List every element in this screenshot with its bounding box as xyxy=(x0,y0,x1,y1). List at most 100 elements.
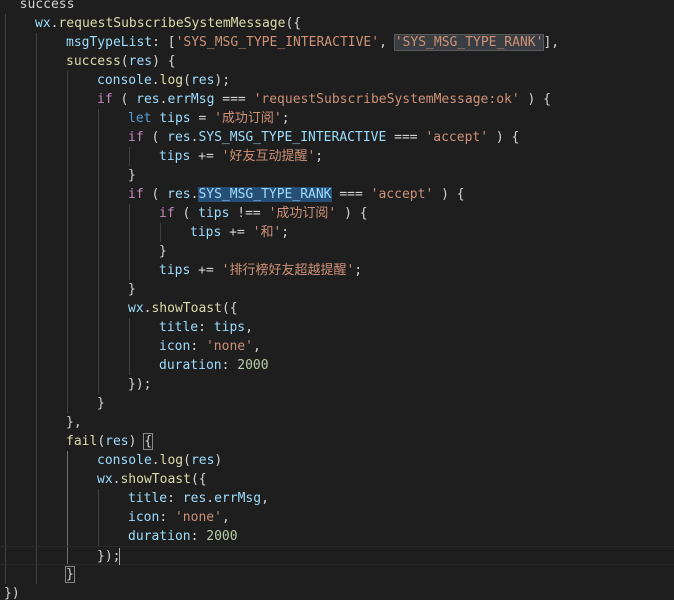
code-token: console xyxy=(97,73,152,88)
code-token: ) xyxy=(214,453,223,468)
code-token: if xyxy=(128,130,144,145)
code-line[interactable]: }); xyxy=(4,375,151,394)
code-line[interactable]: duration: 2000 xyxy=(4,527,238,546)
code-token: success xyxy=(66,54,121,69)
code-line[interactable]: console.log(res); xyxy=(4,71,230,90)
code-line[interactable]: } xyxy=(4,166,136,185)
code-line[interactable]: let tips = '成功订阅'; xyxy=(4,109,290,128)
code-token: SYS_MSG_TYPE_RANK xyxy=(198,187,332,202)
code-token: === xyxy=(331,187,371,202)
code-token: !== xyxy=(229,206,269,221)
code-token: tips xyxy=(198,206,230,221)
code-token: wx xyxy=(35,16,51,31)
code-token: 'accept' xyxy=(370,187,434,202)
code-token: : xyxy=(167,491,183,506)
code-token: '好友互动提醒' xyxy=(221,149,316,164)
code-token: ( xyxy=(143,130,168,145)
code-token: '成功订阅' xyxy=(214,111,282,126)
code-line[interactable]: tips += '好友互动提醒'; xyxy=(4,147,323,166)
code-token: : xyxy=(221,358,238,373)
code-line[interactable]: icon: 'none', xyxy=(4,337,261,356)
code-token: SYS_MSG_TYPE_INTERACTIVE xyxy=(198,130,387,145)
code-token: , xyxy=(245,320,253,335)
code-token: 'SYS_MSG_TYPE_RANK' xyxy=(393,34,545,51)
code-token: ({ xyxy=(221,301,238,316)
code-token: ({ xyxy=(190,472,207,487)
code-token: , xyxy=(261,491,269,506)
code-token: res xyxy=(136,92,160,107)
code-token: tips xyxy=(159,111,191,126)
code-token: icon xyxy=(128,510,160,525)
code-token: , xyxy=(221,510,230,525)
code-token: ( xyxy=(174,206,199,221)
code-line[interactable]: if ( res.errMsg === 'requestSubscribeSys… xyxy=(4,90,551,109)
code-token: wx xyxy=(128,301,144,316)
code-token: tips xyxy=(190,225,222,240)
code-token: === xyxy=(214,92,254,107)
code-token: ) { xyxy=(519,92,551,107)
code-line[interactable]: tips += '排行榜好友超越提醒'; xyxy=(4,261,362,280)
code-token: res xyxy=(167,130,191,145)
code-token: requestSubscribeSystemMessage xyxy=(58,16,286,31)
code-token: if xyxy=(97,92,113,107)
code-line[interactable]: tips += '和'; xyxy=(4,223,289,242)
code-line[interactable]: wx.showToast({ xyxy=(4,470,207,489)
code-token: log xyxy=(159,73,184,88)
code-line[interactable]: duration: 2000 xyxy=(4,356,269,375)
code-line[interactable]: if ( res.SYS_MSG_TYPE_INTERACTIVE === 'a… xyxy=(4,128,519,147)
code-line[interactable]: success(res) { xyxy=(4,52,176,71)
code-line[interactable]: console.log(res) xyxy=(4,451,222,470)
code-token: }); xyxy=(128,377,152,392)
code-line[interactable]: icon: 'none', xyxy=(4,508,230,527)
code-line[interactable]: if ( tips !== '成功订阅' ) { xyxy=(4,204,368,223)
code-token: ; xyxy=(281,111,290,126)
code-token: ( xyxy=(97,434,106,449)
code-line[interactable]: title: res.errMsg, xyxy=(4,489,269,508)
code-line[interactable]: } xyxy=(4,242,167,261)
code-token: log xyxy=(159,453,184,468)
code-token: } xyxy=(128,282,136,297)
code-token: wx xyxy=(97,472,113,487)
code-line[interactable]: success xyxy=(4,0,75,14)
code-token: 'none' xyxy=(174,510,222,525)
code-token: } xyxy=(97,396,105,411)
code-token: title xyxy=(159,320,199,335)
code-token: : xyxy=(190,529,207,544)
code-token: }) xyxy=(4,586,20,600)
code-token: showToast xyxy=(120,472,191,487)
code-token: . xyxy=(151,73,160,88)
code-line[interactable]: }); xyxy=(0,546,674,565)
code-line[interactable]: }) xyxy=(4,584,20,600)
code-token: duration xyxy=(128,529,191,544)
code-token: } xyxy=(128,168,136,183)
code-token: 'SYS_MSG_TYPE_INTERACTIVE' xyxy=(175,35,380,50)
code-token: errMsg xyxy=(214,491,262,506)
code-token: 2000 xyxy=(206,529,238,544)
code-token: . xyxy=(206,491,215,506)
code-token: ], xyxy=(543,35,560,50)
code-token: res xyxy=(128,54,153,69)
code-line[interactable]: msgTypeList: ['SYS_MSG_TYPE_INTERACTIVE'… xyxy=(4,33,559,52)
code-line[interactable]: } xyxy=(4,394,105,413)
code-line[interactable]: wx.showToast({ xyxy=(4,299,238,318)
code-line[interactable]: if ( res.SYS_MSG_TYPE_RANK === 'accept' … xyxy=(4,185,465,204)
code-token: let xyxy=(128,111,152,126)
code-line[interactable]: title: tips, xyxy=(4,318,253,337)
code-editor[interactable]: success wx.requestSubscribeSystemMessage(… xyxy=(0,0,674,600)
code-line[interactable]: fail(res) { xyxy=(4,432,154,451)
code-line[interactable]: } xyxy=(4,280,136,299)
code-token: ( xyxy=(112,92,137,107)
code-token: '和' xyxy=(252,225,282,240)
code-line[interactable]: wx.requestSubscribeSystemMessage({ xyxy=(4,14,301,33)
text-caret xyxy=(119,548,121,565)
code-token: . xyxy=(151,453,160,468)
code-token: , xyxy=(379,35,395,50)
code-token: success xyxy=(19,0,75,12)
code-token: fail xyxy=(66,434,98,449)
code-line[interactable]: } xyxy=(4,565,75,584)
code-token: : xyxy=(198,320,214,335)
code-token: 'requestSubscribeSystemMessage:ok' xyxy=(253,92,520,107)
code-line[interactable]: }, xyxy=(4,413,82,432)
code-token: res xyxy=(190,73,215,88)
code-token: : xyxy=(190,339,206,354)
